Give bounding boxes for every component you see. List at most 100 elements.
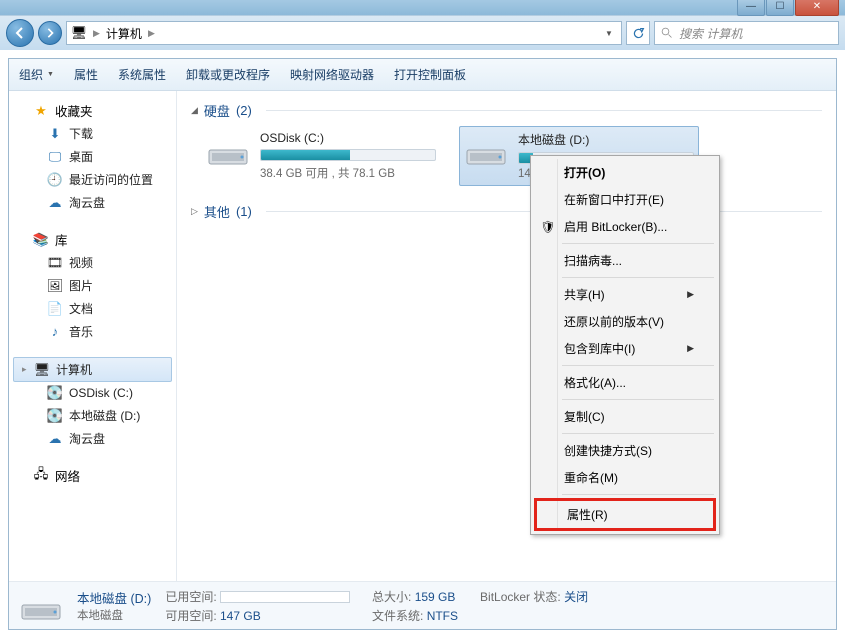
arrow-left-icon <box>14 27 26 39</box>
window-titlebar: — ☐ ✕ <box>0 0 845 15</box>
section-divider <box>266 110 822 111</box>
sidebar-item-drive-c[interactable]: 💽OSDisk (C:) <box>9 382 176 404</box>
computer-icon: 🖥 <box>71 25 87 41</box>
toolbar-properties[interactable]: 属性 <box>74 66 98 83</box>
command-toolbar: 组织▼ 属性 系统属性 卸载或更改程序 映射网络驱动器 打开控制面板 <box>9 59 836 91</box>
details-pane: 本地磁盘 (D:) 本地磁盘 已用空间: 总大小: 159 GB BitLock… <box>9 581 836 629</box>
sidebar-libraries-header[interactable]: 📚 库 <box>9 228 176 251</box>
address-bar[interactable]: 🖥 ▶ 计算机 ▶ ▼ <box>66 21 622 45</box>
cm-scan-virus[interactable]: 扫描病毒... <box>534 247 716 274</box>
sidebar-item-pictures[interactable]: 🖼图片 <box>9 274 176 297</box>
sidebar-item-taoyun-drive[interactable]: ☁淘云盘 <box>9 427 176 450</box>
network-icon: 🖧 <box>33 468 49 484</box>
cm-restore-versions[interactable]: 还原以前的版本(V) <box>534 308 716 335</box>
breadcrumb-sep-icon: ▶ <box>148 28 155 39</box>
arrow-right-icon <box>45 28 55 38</box>
expand-arrow-icon[interactable]: ▷ <box>191 206 198 217</box>
cm-open-new-window[interactable]: 在新窗口中打开(E) <box>534 186 716 213</box>
sidebar-item-downloads[interactable]: ⬇下载 <box>9 122 176 145</box>
close-button[interactable]: ✕ <box>795 0 839 16</box>
maximize-button[interactable]: ☐ <box>766 0 794 16</box>
details-fs-value: NTFS <box>427 609 458 623</box>
details-bitlocker-label: BitLocker 状态: <box>480 590 561 604</box>
drive-name: OSDisk (C:) <box>260 131 436 145</box>
cm-copy[interactable]: 复制(C) <box>534 403 716 430</box>
cm-bitlocker[interactable]: 🛡启用 BitLocker(B)... <box>534 213 716 240</box>
drive-icon: 💽 <box>47 408 63 424</box>
cloud-icon: ☁ <box>47 195 63 211</box>
menu-separator <box>562 277 714 278</box>
details-free-label: 可用空间: <box>165 609 216 623</box>
section-hard-disks[interactable]: ◢ 硬盘 (2) <box>191 101 822 120</box>
sidebar-network-header[interactable]: 🖧 网络 <box>9 464 176 487</box>
expand-arrow-icon[interactable]: ▸ <box>22 364 27 375</box>
sidebar-item-videos[interactable]: 🎞视频 <box>9 251 176 274</box>
drive-c[interactable]: OSDisk (C:) 38.4 GB 可用 , 共 78.1 GB <box>201 126 441 186</box>
computer-icon: 🖥 <box>34 362 50 378</box>
toolbar-organize[interactable]: 组织▼ <box>19 66 54 83</box>
document-icon: 📄 <box>47 301 63 317</box>
toolbar-control-panel[interactable]: 打开控制面板 <box>394 66 466 83</box>
cm-format[interactable]: 格式化(A)... <box>534 369 716 396</box>
sidebar-computer-header[interactable]: ▸ 🖥 计算机 <box>13 357 172 382</box>
drive-stats: 38.4 GB 可用 , 共 78.1 GB <box>260 165 436 181</box>
details-size-label: 总大小: <box>372 590 411 604</box>
menu-separator <box>562 365 714 366</box>
toolbar-system-properties[interactable]: 系统属性 <box>118 66 166 83</box>
submenu-arrow-icon: ▶ <box>687 343 694 354</box>
sidebar-favorites-header[interactable]: ★ 收藏夹 <box>9 99 176 122</box>
mini-usage-bar <box>220 591 350 603</box>
refresh-button[interactable] <box>626 21 650 45</box>
sidebar-item-music[interactable]: ♪音乐 <box>9 320 176 343</box>
cm-create-shortcut[interactable]: 创建快捷方式(S) <box>534 437 716 464</box>
sidebar-item-desktop[interactable]: 🖵桌面 <box>9 145 176 168</box>
sidebar-item-recent[interactable]: 🕘最近访问的位置 <box>9 168 176 191</box>
breadcrumb-sep-icon: ▶ <box>93 28 100 39</box>
toolbar-map-drive[interactable]: 映射网络驱动器 <box>290 66 374 83</box>
sidebar-item-drive-d[interactable]: 💽本地磁盘 (D:) <box>9 404 176 427</box>
address-dropdown-icon[interactable]: ▼ <box>601 29 617 38</box>
drive-icon: 💽 <box>47 385 63 401</box>
drive-icon <box>206 131 250 171</box>
details-size-value: 159 GB <box>415 590 456 604</box>
star-icon: ★ <box>33 103 49 119</box>
library-icon: 📚 <box>33 232 49 248</box>
details-drive-type: 本地磁盘 <box>77 607 151 623</box>
toolbar-uninstall[interactable]: 卸载或更改程序 <box>186 66 270 83</box>
video-icon: 🎞 <box>47 255 63 271</box>
cm-properties[interactable]: 属性(R) <box>534 498 716 531</box>
refresh-icon <box>632 27 645 40</box>
cm-open[interactable]: 打开(O) <box>534 159 716 186</box>
details-drive-name: 本地磁盘 (D:) <box>77 588 151 607</box>
submenu-arrow-icon: ▶ <box>687 289 694 300</box>
details-used-label: 已用空间: <box>165 590 216 604</box>
search-icon <box>661 27 673 39</box>
details-fs-label: 文件系统: <box>372 609 423 623</box>
context-menu: 打开(O) 在新窗口中打开(E) 🛡启用 BitLocker(B)... 扫描病… <box>530 155 720 535</box>
menu-separator <box>562 494 714 495</box>
nav-forward-button[interactable] <box>38 21 62 45</box>
drive-icon <box>19 588 63 624</box>
content-pane: ◢ 硬盘 (2) OSDisk (C:) 38.4 GB 可用 , 共 78.1… <box>177 91 836 581</box>
collapse-arrow-icon[interactable]: ◢ <box>191 105 198 116</box>
sidebar-item-documents[interactable]: 📄文档 <box>9 297 176 320</box>
picture-icon: 🖼 <box>47 278 63 294</box>
nav-back-button[interactable] <box>6 19 34 47</box>
breadcrumb-location[interactable]: 计算机 <box>106 25 142 42</box>
search-box[interactable]: 搜索 计算机 <box>654 21 839 45</box>
details-free-value: 147 GB <box>220 609 261 623</box>
section-other[interactable]: ▷ 其他 (1) <box>191 202 822 221</box>
cm-share[interactable]: 共享(H)▶ <box>534 281 716 308</box>
cm-include-library[interactable]: 包含到库中(I)▶ <box>534 335 716 362</box>
menu-separator <box>562 243 714 244</box>
search-placeholder: 搜索 计算机 <box>679 25 742 42</box>
drive-icon <box>464 131 508 171</box>
recent-icon: 🕘 <box>47 172 63 188</box>
minimize-button[interactable]: — <box>737 0 765 16</box>
menu-separator <box>562 399 714 400</box>
cm-rename[interactable]: 重命名(M) <box>534 464 716 491</box>
sidebar-item-taoyun[interactable]: ☁淘云盘 <box>9 191 176 214</box>
details-bitlocker-value: 关闭 <box>564 590 588 604</box>
music-icon: ♪ <box>47 324 63 340</box>
desktop-icon: 🖵 <box>47 149 63 165</box>
